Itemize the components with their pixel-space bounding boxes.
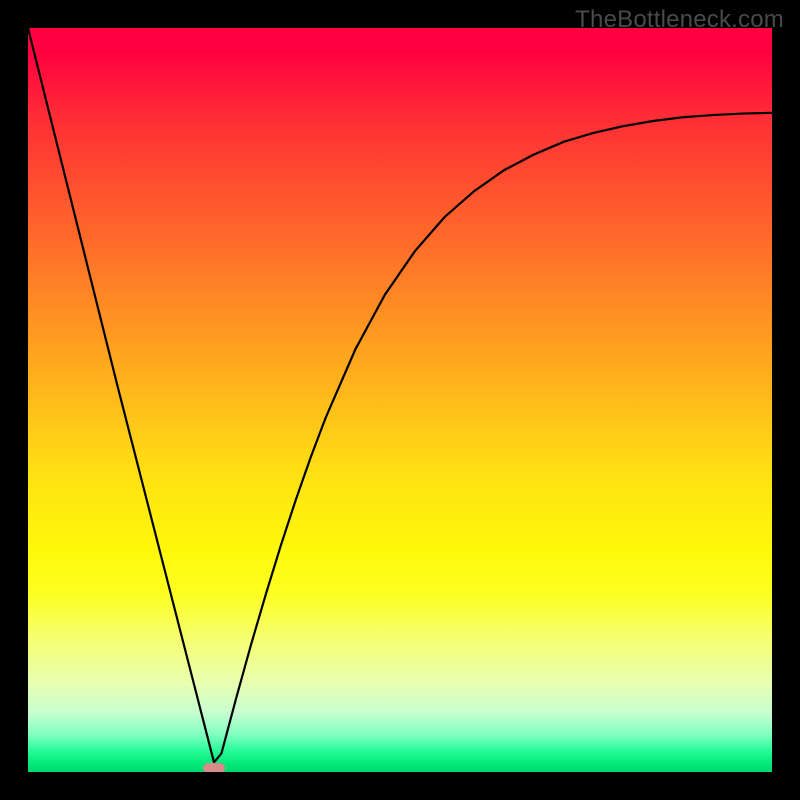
- plot-area: [28, 28, 772, 772]
- chart-frame: TheBottleneck.com: [0, 0, 800, 800]
- optimum-marker: [203, 763, 225, 772]
- bottleneck-curve: [28, 28, 772, 762]
- watermark-text: TheBottleneck.com: [575, 6, 784, 34]
- curve-layer: [28, 28, 772, 772]
